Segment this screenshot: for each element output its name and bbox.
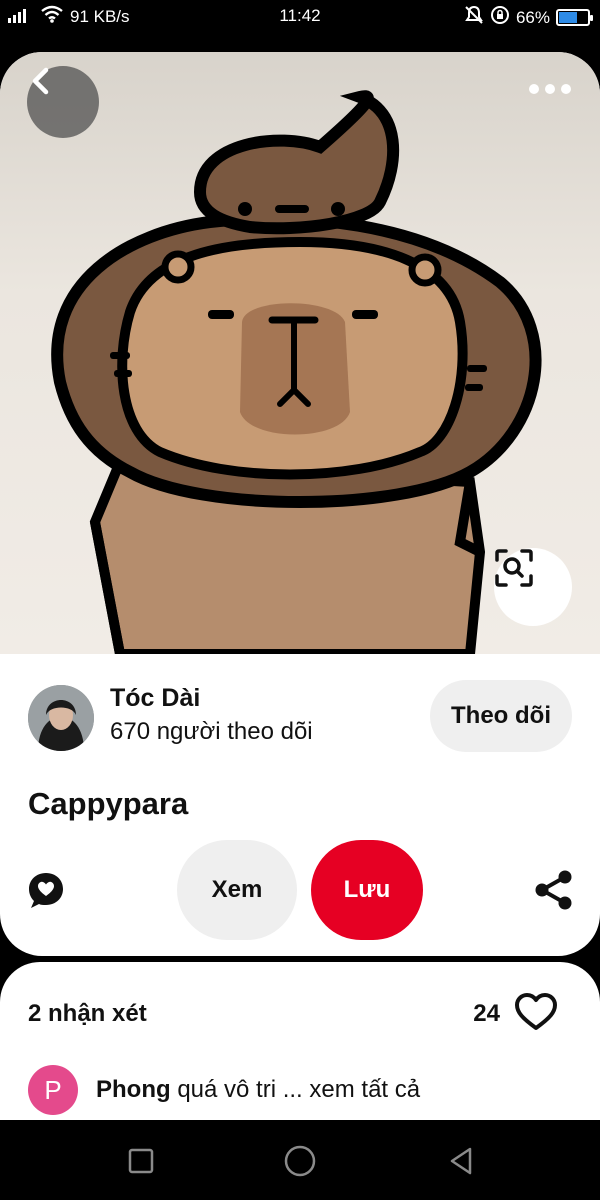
author-name[interactable]: Tóc Dài — [110, 684, 200, 713]
home-icon[interactable] — [283, 1144, 317, 1178]
more-dots-icon — [529, 84, 571, 94]
back-button[interactable] — [27, 66, 99, 138]
action-bar: Xem Lưu — [0, 840, 600, 940]
battery-percent: 66% — [515, 7, 550, 27]
recent-apps-icon[interactable] — [124, 1144, 158, 1178]
commenter-avatar: P — [28, 1065, 78, 1115]
pin-image[interactable] — [0, 52, 600, 654]
more-options-button[interactable] — [528, 82, 576, 118]
heart-icon[interactable] — [514, 992, 558, 1032]
pin-title: Cappypara — [28, 786, 189, 821]
visual-search-icon — [495, 549, 533, 587]
comment-heart-icon[interactable] — [26, 870, 66, 910]
likes-count: 24 — [473, 1000, 500, 1027]
visual-search-button[interactable] — [494, 548, 572, 626]
commenter-name: Phong — [96, 1076, 171, 1103]
view-button[interactable]: Xem — [177, 840, 297, 940]
chevron-left-icon — [32, 67, 49, 95]
comment-text: quá vô tri ... xem tất cả — [177, 1076, 421, 1103]
author-row: Tóc Dài 670 người theo dõi Theo dõi — [0, 680, 600, 760]
follow-button[interactable]: Theo dõi — [430, 680, 572, 752]
follower-count: 670 người theo dõi — [110, 718, 313, 745]
share-icon[interactable] — [532, 868, 576, 912]
system-nav-bar — [0, 1120, 600, 1200]
rotation-lock-icon — [490, 5, 510, 30]
back-icon[interactable] — [444, 1144, 478, 1178]
pin-sheet: Tóc Dài 670 người theo dõi Theo dõi Capp… — [0, 52, 600, 956]
comment-item[interactable]: P Phong quá vô tri ... xem tất cả — [28, 1064, 420, 1116]
status-bar: 91 KB/s 11:42 66% — [0, 0, 600, 32]
comments-count[interactable]: 2 nhận xét — [28, 1000, 147, 1028]
save-button[interactable]: Lưu — [311, 840, 423, 940]
mute-icon — [464, 5, 484, 30]
comments-section: 2 nhận xét 24 P Phong quá vô tri ... xem… — [0, 962, 600, 1120]
avatar[interactable] — [28, 685, 94, 751]
battery-icon — [556, 9, 593, 26]
